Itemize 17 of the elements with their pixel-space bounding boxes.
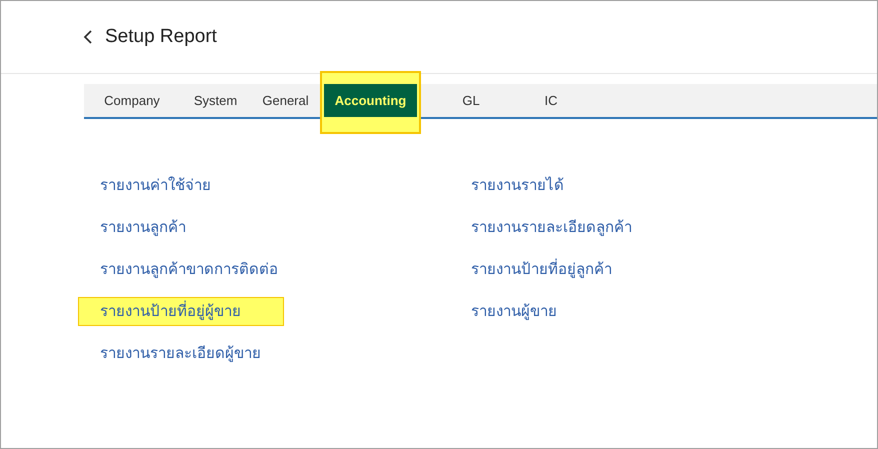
tab[interactable]: System [176,84,255,117]
report-link[interactable]: รายงานป้ายที่อยู่ลูกค้า [449,255,634,284]
tab[interactable]: Company [88,84,176,117]
tab[interactable]: Accounting [324,84,417,117]
report-link[interactable]: รายงานรายได้ [449,171,586,200]
report-link[interactable]: รายงานลูกค้า [78,213,208,242]
report-link[interactable]: รายงานป้ายที่อยู่ผู้ขาย [78,297,284,326]
tab[interactable]: General [255,84,316,117]
report-link[interactable]: รายงานค่าใช้จ่าย [78,171,233,200]
page-title: Setup Report [105,26,217,48]
report-link[interactable]: รายงานรายละเอียดผู้ขาย [78,339,283,368]
report-link[interactable]: รายงานลูกค้าขาดการติดต่อ [78,255,300,284]
tab[interactable]: IC [511,84,591,117]
back-icon[interactable] [83,29,93,45]
report-link[interactable]: รายงานรายละเอียดลูกค้า [449,213,654,242]
tab[interactable]: GL [431,84,511,117]
report-link[interactable]: รายงานผู้ขาย [449,297,579,326]
